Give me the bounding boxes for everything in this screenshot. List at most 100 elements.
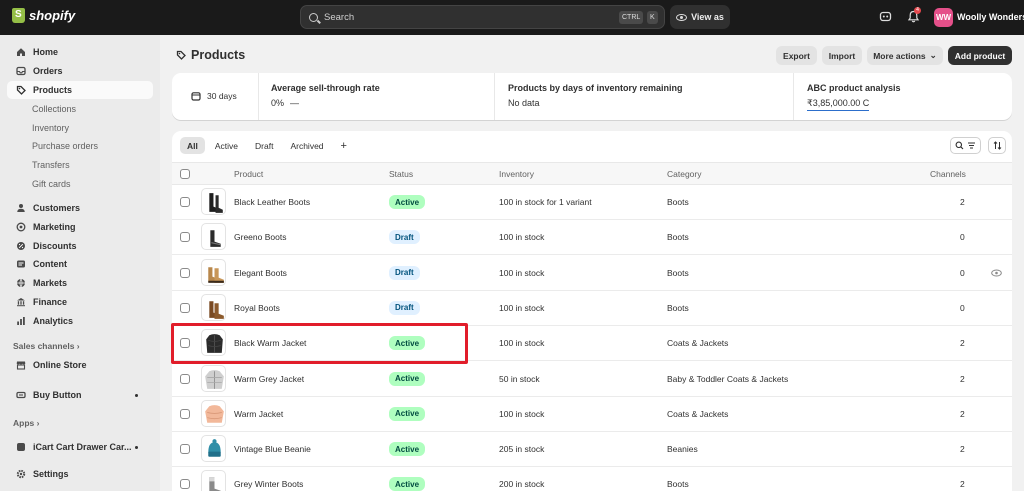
tab-draft[interactable]: Draft: [248, 137, 280, 154]
table-row[interactable]: Black Warm Jacket Active 100 in stock Coats…: [172, 326, 1012, 362]
apps-heading[interactable]: Apps ›: [13, 418, 39, 428]
sidebar-item-purchase-orders[interactable]: Purchase orders: [32, 141, 98, 151]
select-all-checkbox[interactable]: [180, 169, 190, 179]
product-thumbnail[interactable]: [201, 399, 226, 427]
sidebar-item-gift-cards[interactable]: Gift cards: [32, 179, 71, 189]
sidebar-item-finance[interactable]: Finance: [7, 293, 153, 311]
product-thumbnail[interactable]: [201, 364, 226, 392]
table-row[interactable]: Warm Jacket Active 100 in stock Coats & Jac…: [172, 396, 1012, 432]
row-checkbox[interactable]: [180, 197, 190, 207]
product-thumbnail[interactable]: [201, 293, 226, 321]
days-inventory-title[interactable]: Products by days of inventory remaining: [508, 83, 683, 93]
product-name[interactable]: Greeno Boots: [234, 232, 286, 242]
date-range-button[interactable]: 30 days: [183, 84, 253, 108]
table-row[interactable]: Elegant Boots Draft 100 in stock Boots 0: [172, 255, 1012, 291]
sidebar-item-analytics[interactable]: Analytics: [7, 312, 153, 330]
row-checkbox[interactable]: [180, 479, 190, 490]
sidebar-label: Online Store: [33, 360, 87, 370]
channels-value: 0: [960, 232, 965, 243]
sell-through-title[interactable]: Average sell-through rate: [271, 83, 380, 93]
sidebar-item-collections[interactable]: Collections: [32, 104, 76, 114]
product-thumbnail[interactable]: [201, 329, 226, 357]
row-checkbox[interactable]: [180, 338, 190, 349]
import-button[interactable]: Import: [822, 46, 862, 65]
shopify-logo[interactable]: shopify: [12, 8, 75, 23]
sidebar-item-online-store[interactable]: Online Store: [7, 356, 153, 374]
add-product-button[interactable]: Add product: [948, 46, 1012, 65]
column-header-product[interactable]: Product: [234, 169, 263, 179]
sidebar-item-content[interactable]: Content: [7, 255, 153, 273]
sort-button[interactable]: [988, 137, 1006, 154]
sidebar-item-settings[interactable]: Settings: [7, 465, 153, 483]
channels-value: 2: [960, 408, 965, 419]
product-image-icon: [209, 477, 221, 491]
product-thumbnail[interactable]: [201, 470, 226, 491]
eye-icon[interactable]: [991, 269, 1002, 277]
sidebar-item-buy-button[interactable]: Buy Button: [7, 386, 153, 404]
category-value: Beanies: [667, 444, 698, 455]
product-name[interactable]: Warm Grey Jacket: [234, 374, 304, 384]
sidebar-item-icart-app[interactable]: iCart Cart Drawer Car...: [7, 438, 153, 456]
product-thumbnail[interactable]: [201, 258, 226, 286]
view-as-button[interactable]: View as: [670, 5, 730, 29]
table-row[interactable]: Black Leather Boots Active 100 in stock fo…: [172, 185, 1012, 220]
sidebar-label: Customers: [33, 203, 81, 213]
row-checkbox[interactable]: [180, 373, 190, 384]
product-name[interactable]: Vintage Blue Beanie: [234, 444, 311, 454]
sidebar-item-customers[interactable]: Customers: [7, 199, 153, 217]
table-row[interactable]: Vintage Blue Beanie Active 205 in stock Bea…: [172, 432, 1012, 468]
product-image-icon: [209, 193, 223, 213]
tab-all[interactable]: All: [180, 137, 205, 154]
sidebar-item-discounts[interactable]: Discounts: [7, 237, 153, 255]
more-actions-button[interactable]: More actions ⌄: [867, 46, 943, 65]
table-row[interactable]: Warm Grey Jacket Active 50 in stock Baby & …: [172, 361, 1012, 397]
product-image-icon: [210, 230, 221, 248]
add-view-button[interactable]: +: [334, 137, 354, 154]
tab-archived[interactable]: Archived: [283, 137, 330, 154]
table-row[interactable]: Grey Winter Boots Active 200 in stock Boots…: [172, 467, 1012, 491]
row-checkbox[interactable]: [180, 302, 190, 313]
row-checkbox[interactable]: [180, 444, 190, 455]
product-name[interactable]: Warm Jacket: [234, 409, 283, 419]
category-value: Boots: [667, 197, 689, 207]
row-checkbox[interactable]: [180, 232, 190, 243]
product-name[interactable]: Black Leather Boots: [234, 197, 310, 207]
product-name[interactable]: Grey Winter Boots: [234, 479, 303, 489]
column-header-category[interactable]: Category: [667, 169, 702, 179]
product-thumbnail[interactable]: [201, 435, 226, 463]
notification-badge: 4: [914, 7, 921, 14]
product-name[interactable]: Royal Boots: [234, 303, 280, 313]
sidebar-item-marketing[interactable]: Marketing: [7, 218, 153, 236]
product-name[interactable]: Elegant Boots: [234, 268, 287, 278]
sidebar-item-products[interactable]: Products: [7, 81, 153, 99]
product-thumbnail[interactable]: [201, 223, 226, 251]
sidebar-item-inventory[interactable]: Inventory: [32, 123, 69, 133]
sidebar-label: Home: [33, 47, 59, 57]
table-row[interactable]: Greeno Boots Draft 100 in stock Boots 0: [172, 220, 1012, 256]
search-filter-button[interactable]: [950, 137, 981, 154]
sidekick-icon[interactable]: [879, 10, 892, 23]
product-image-icon: [209, 301, 224, 319]
export-button[interactable]: Export: [776, 46, 817, 65]
sales-channels-heading[interactable]: Sales channels ›: [13, 341, 80, 351]
column-header-inventory[interactable]: Inventory: [499, 169, 534, 179]
product-thumbnail[interactable]: [201, 188, 226, 215]
column-header-status[interactable]: Status: [389, 169, 413, 179]
store-name[interactable]: Woolly Wonders: [957, 12, 1024, 22]
column-header-channels[interactable]: Channels: [930, 169, 966, 179]
chevron-right-icon: ›: [36, 418, 40, 428]
avatar[interactable]: WW: [934, 8, 953, 27]
sidebar-item-orders[interactable]: Orders: [7, 62, 153, 80]
product-name[interactable]: Black Warm Jacket: [234, 338, 306, 348]
row-checkbox[interactable]: [180, 408, 190, 419]
page-title-text: Products: [191, 48, 246, 62]
search-bar[interactable]: Search CTRL K: [300, 5, 665, 29]
abc-analysis-title[interactable]: ABC product analysis: [807, 83, 901, 93]
table-row[interactable]: Royal Boots Draft 100 in stock Boots 0: [172, 290, 1012, 326]
filter-tabs: All Active Draft Archived +: [180, 137, 354, 154]
row-checkbox[interactable]: [180, 267, 190, 278]
tab-active[interactable]: Active: [208, 137, 245, 154]
sidebar-item-transfers[interactable]: Transfers: [32, 160, 70, 170]
sidebar-item-home[interactable]: Home: [7, 43, 153, 61]
sidebar-item-markets[interactable]: Markets: [7, 274, 153, 292]
